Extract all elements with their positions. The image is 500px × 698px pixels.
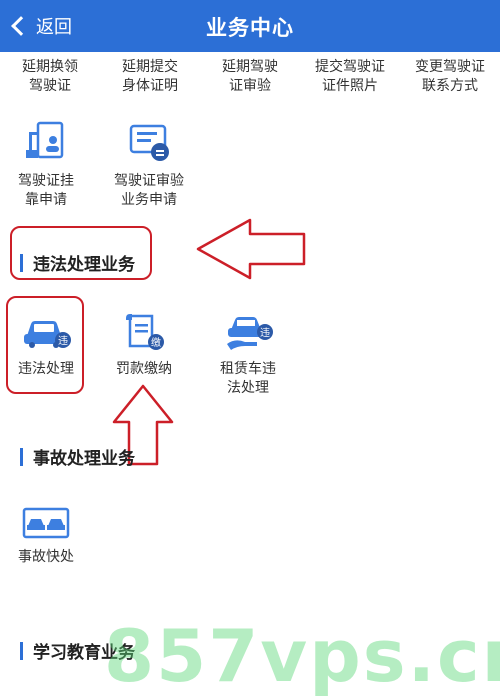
arrow-left-annotation-icon: [196, 218, 306, 280]
service-change-contact[interactable]: 变更驾驶证 联系方式: [400, 52, 500, 102]
service-label-line2: 驾驶证: [29, 78, 71, 94]
item-label-line1: 违法处理: [18, 361, 74, 377]
license-review-icon: [129, 124, 169, 161]
service-accident-quick[interactable]: 事故快处: [8, 506, 84, 567]
section-bar: [20, 447, 23, 466]
item-label-line1: 驾驶证挂: [18, 173, 74, 189]
item-label-line1: 租赁车违: [220, 361, 276, 377]
service-label-line1: 变更驾驶证: [415, 59, 485, 75]
section-bar: [20, 641, 23, 660]
badge-text: 违: [58, 335, 68, 347]
watermark-text: 857vps.cn: [104, 614, 500, 698]
page-title: 业务中心: [206, 16, 294, 40]
service-label-line2: 证件照片: [322, 78, 378, 94]
service-extend-health-proof[interactable]: 延期提交 身体证明: [100, 52, 200, 102]
service-rental-violation[interactable]: 违 租赁车违 法处理: [210, 312, 286, 398]
badge-text: 违: [260, 327, 270, 339]
service-label-line1: 提交驾驶证: [315, 59, 385, 75]
section-label: 事故处理业务: [33, 449, 135, 469]
service-license-affiliation[interactable]: 驾驶证挂 靠申请: [8, 120, 84, 210]
service-label-line2: 联系方式: [422, 78, 478, 94]
service-label-line2: 身体证明: [122, 78, 178, 94]
section-title-accident: 事故处理业务: [20, 444, 135, 469]
item-label-line1: 驾驶证审验: [114, 173, 184, 189]
service-violation-handle[interactable]: 违 违法处理: [8, 312, 84, 379]
header-bar: 返回 业务中心: [0, 0, 500, 52]
section-bar: [20, 253, 23, 272]
item-label-line2: 业务申请: [121, 192, 177, 208]
rental-car-violation-icon: 违: [227, 317, 273, 350]
license-services-row: 延期换领 驾驶证 延期提交 身体证明 延期驾驶 证审验 提交驾驶证 证件照片 变…: [0, 52, 500, 102]
fine-payment-icon: 缴: [126, 314, 164, 350]
service-label-line1: 延期提交: [122, 59, 178, 75]
service-label-line1: 延期驾驶: [222, 59, 278, 75]
item-label-line2: 法处理: [227, 380, 269, 396]
car-violation-icon: 违: [24, 321, 71, 348]
service-submit-photo[interactable]: 提交驾驶证 证件照片: [300, 52, 400, 102]
item-label-line2: 靠申请: [25, 192, 67, 208]
item-label-line1: 事故快处: [18, 549, 74, 565]
badge-text: 缴: [151, 336, 161, 349]
section-label: 违法处理业务: [33, 255, 135, 275]
service-extend-renew[interactable]: 延期换领 驾驶证: [0, 52, 100, 102]
service-extend-review[interactable]: 延期驾驶 证审验: [200, 52, 300, 102]
service-fine-payment[interactable]: 缴 罚款缴纳: [106, 312, 182, 379]
section-title-violation: 违法处理业务: [20, 250, 135, 275]
service-label-line2: 证审验: [229, 78, 271, 94]
accident-quick-icon: [22, 507, 70, 539]
service-license-review[interactable]: 驾驶证审验 业务申请: [104, 120, 194, 210]
item-label-line1: 罚款缴纳: [116, 361, 172, 377]
service-label-line1: 延期换领: [22, 59, 78, 75]
license-affiliation-icon: [26, 121, 64, 159]
